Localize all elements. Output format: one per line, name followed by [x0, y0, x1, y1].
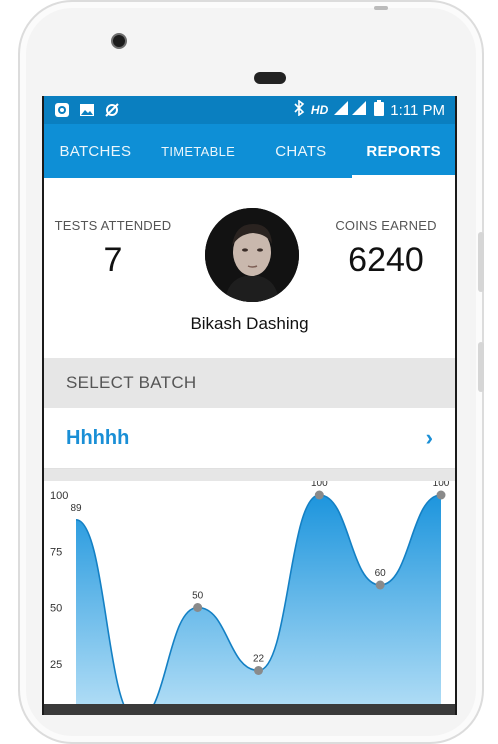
volume-button [478, 232, 484, 292]
y-tick-label: 25 [50, 659, 62, 671]
earpiece-speaker [254, 72, 286, 84]
tests-attended-label: TESTS ATTENDED [54, 218, 172, 233]
tab-chats[interactable]: CHATS [250, 124, 353, 178]
proximity-sensor [374, 6, 388, 10]
series-area [76, 495, 441, 715]
tab-bar: BATCHES TIMETABLE CHATS REPORTS [44, 124, 455, 178]
tests-attended-stat: TESTS ATTENDED 7 [54, 218, 172, 280]
coins-earned-value: 6240 [348, 241, 424, 279]
front-camera [111, 33, 127, 49]
data-point[interactable] [375, 580, 385, 590]
power-button [478, 342, 484, 392]
data-label: 60 [375, 568, 387, 579]
data-point[interactable] [254, 666, 263, 675]
bottom-bar [44, 704, 455, 715]
performance-chart: 100 75 50 25 89 50 22 100 60 100 [44, 478, 455, 715]
image-icon [79, 102, 95, 118]
tab-timetable[interactable]: TIMETABLE [147, 124, 250, 178]
data-point[interactable] [436, 490, 446, 500]
y-tick-label: 100 [50, 490, 68, 502]
y-tick-label: 75 [50, 546, 62, 558]
data-point[interactable] [314, 490, 324, 500]
data-label: 89 [70, 503, 82, 514]
tests-attended-value: 7 [103, 241, 123, 279]
data-point[interactable] [193, 603, 203, 612]
tab-batches[interactable]: BATCHES [44, 124, 147, 178]
selected-batch-name: Hhhhh [66, 426, 130, 449]
bluetooth-icon [293, 99, 305, 120]
avatar[interactable] [205, 208, 299, 302]
batch-selector[interactable]: Hhhhh › [44, 408, 455, 469]
tab-reports[interactable]: REPORTS [352, 124, 455, 178]
chart-svg: 100 75 50 25 89 50 22 100 60 100 [50, 478, 450, 715]
network-type: HD [310, 103, 329, 117]
battery-icon [374, 100, 385, 120]
data-label: 50 [192, 591, 204, 602]
coins-earned-stat: COINS EARNED 6240 [331, 218, 441, 280]
sync-off-icon [104, 102, 120, 118]
coins-earned-label: COINS EARNED [335, 218, 437, 233]
app-notification-icon [54, 102, 70, 118]
data-label: 22 [253, 654, 265, 665]
user-name: Bikash Dashing [190, 314, 309, 333]
data-label: 100 [433, 481, 450, 489]
profile-summary: TESTS ATTENDED 7 COINS EARNED 6240 Bikas… [44, 178, 455, 358]
data-label: 100 [311, 481, 328, 489]
select-batch-header: SELECT BATCH [44, 358, 455, 408]
clock: 1:11 PM [390, 101, 445, 119]
signal-icon [334, 101, 368, 119]
section-divider [44, 469, 455, 481]
y-tick-label: 50 [50, 603, 62, 615]
app-screen: HD 1:11 PM BATCHES TIMETABLE CHATS REPOR… [42, 96, 457, 715]
status-bar: HD 1:11 PM [44, 96, 455, 124]
chevron-right-icon: › [425, 425, 433, 450]
